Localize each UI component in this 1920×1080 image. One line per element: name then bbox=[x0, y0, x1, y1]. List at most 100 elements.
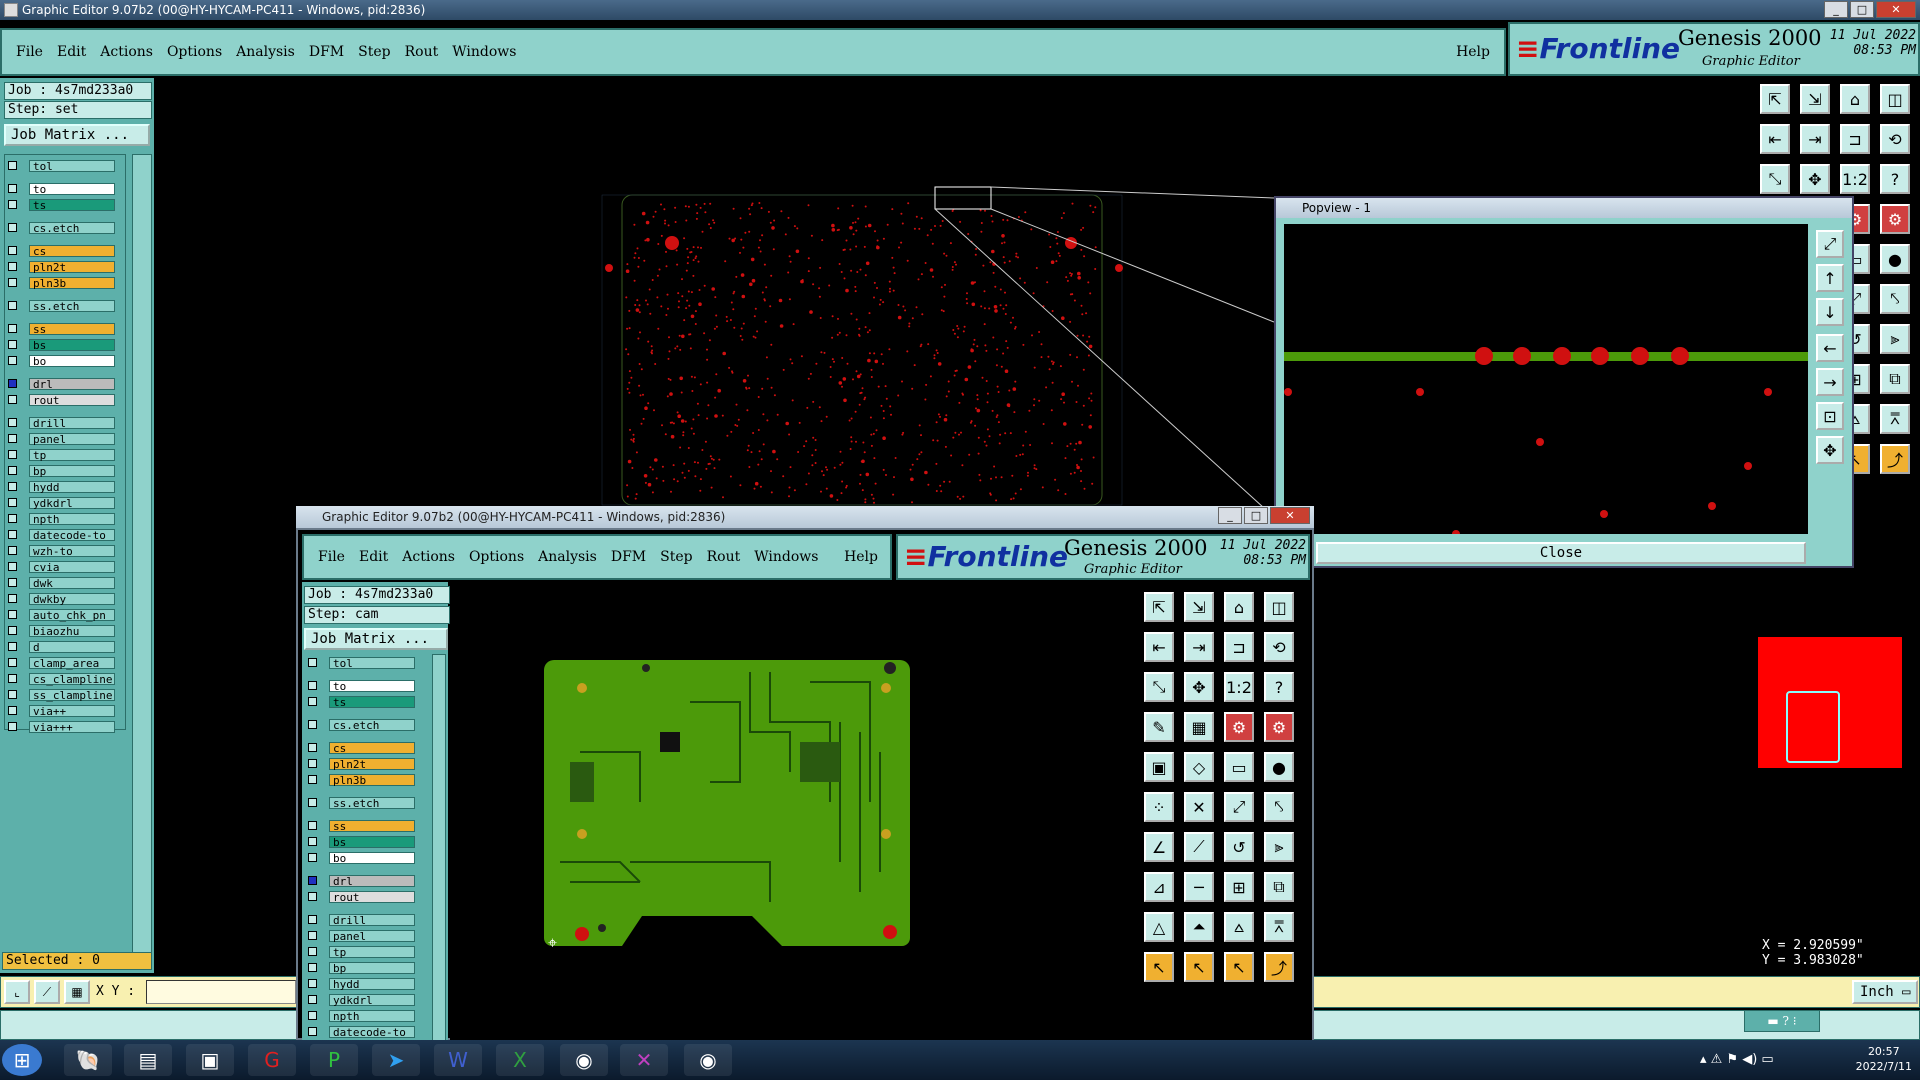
arrow-app-icon[interactable]: ➤ bbox=[372, 1044, 420, 1076]
layer-row-rout[interactable]: rout bbox=[8, 393, 115, 406]
layer-row-via-[interactable]: via+++ bbox=[8, 720, 115, 733]
sub-tool-28-icon[interactable]: ⫸ bbox=[1264, 832, 1294, 862]
layer-row-dwkby[interactable]: dwkby bbox=[8, 592, 115, 605]
layer-checkbox[interactable] bbox=[308, 798, 317, 807]
layer-row-npth[interactable]: npth bbox=[308, 1009, 415, 1022]
layer-row-to[interactable]: to bbox=[8, 182, 115, 195]
notepad-icon[interactable]: ▤ bbox=[124, 1044, 172, 1076]
layer-row-ss-etch[interactable]: ss.etch bbox=[8, 299, 115, 312]
sub-tool-2-icon[interactable]: ⇲ bbox=[1184, 592, 1214, 622]
layer-row-ydkdrl[interactable]: ydkdrl bbox=[308, 993, 415, 1006]
sub-menu-rout[interactable]: Rout bbox=[707, 549, 741, 565]
layer-row-wzh-to[interactable]: wzh-to bbox=[8, 544, 115, 557]
layer-row-bo[interactable]: bo bbox=[8, 354, 115, 367]
sub-tool-17-icon[interactable]: ▣ bbox=[1144, 752, 1174, 782]
main-tool-3-icon[interactable]: ⌂ bbox=[1840, 84, 1870, 114]
sub-layer-scrollbar[interactable] bbox=[432, 654, 446, 1042]
sub-tool-26-icon[interactable]: ⟋ bbox=[1184, 832, 1214, 862]
measure-icon[interactable]: ⟋ bbox=[34, 980, 60, 1004]
layer-row-pln2t[interactable]: pln2t bbox=[308, 757, 415, 770]
layer-checkbox[interactable] bbox=[8, 514, 17, 523]
layer-checkbox[interactable] bbox=[308, 775, 317, 784]
sub-tool-1-icon[interactable]: ⇱ bbox=[1144, 592, 1174, 622]
layer-checkbox[interactable] bbox=[8, 450, 17, 459]
popview-fit-icon[interactable]: ⊡ bbox=[1816, 402, 1844, 430]
layer-row-bp[interactable]: bp bbox=[308, 961, 415, 974]
menu-rout[interactable]: Rout bbox=[405, 44, 439, 60]
sub-tool-31-icon[interactable]: ⊞ bbox=[1224, 872, 1254, 902]
layer-checkbox[interactable] bbox=[8, 530, 17, 539]
main-tool-16-icon[interactable]: ⚙ bbox=[1880, 204, 1910, 234]
status-indicator[interactable]: ▬ ? ⁝ bbox=[1744, 1010, 1820, 1032]
menu-step[interactable]: Step bbox=[358, 44, 390, 60]
main-tool-9-icon[interactable]: ⤡ bbox=[1760, 164, 1790, 194]
layer-checkbox[interactable] bbox=[8, 434, 17, 443]
excel-icon[interactable]: X bbox=[496, 1044, 544, 1076]
sub-tool-14-icon[interactable]: ▦ bbox=[1184, 712, 1214, 742]
layer-row-pln2t[interactable]: pln2t bbox=[8, 260, 115, 273]
main-tool-28-icon[interactable]: ⫸ bbox=[1880, 324, 1910, 354]
menu-analysis[interactable]: Analysis bbox=[236, 44, 295, 60]
layer-checkbox[interactable] bbox=[8, 324, 17, 333]
layer-row-rout[interactable]: rout bbox=[308, 890, 415, 903]
word-icon[interactable]: W bbox=[434, 1044, 482, 1076]
layer-checkbox[interactable] bbox=[8, 690, 17, 699]
layer-row-bo[interactable]: bo bbox=[308, 851, 415, 864]
layer-checkbox[interactable] bbox=[308, 821, 317, 830]
minimize-button[interactable]: _ bbox=[1824, 1, 1848, 18]
layer-checkbox[interactable] bbox=[308, 853, 317, 862]
layer-checkbox[interactable] bbox=[308, 743, 317, 752]
genesis-icon[interactable]: G bbox=[248, 1044, 296, 1076]
layer-checkbox[interactable] bbox=[8, 642, 17, 651]
sub-tool-20-icon[interactable]: ● bbox=[1264, 752, 1294, 782]
units-selector[interactable]: Inch ▭ bbox=[1852, 980, 1918, 1004]
layer-checkbox[interactable] bbox=[308, 681, 317, 690]
layer-row-bs[interactable]: bs bbox=[308, 835, 415, 848]
layer-row-cs[interactable]: cs bbox=[308, 741, 415, 754]
sub-tool-40-icon[interactable]: ⤴ bbox=[1264, 952, 1294, 982]
layer-row-drill[interactable]: drill bbox=[8, 416, 115, 429]
layer-row-drl[interactable]: drl bbox=[8, 377, 115, 390]
sub-menu-analysis[interactable]: Analysis bbox=[538, 549, 597, 565]
layer-checkbox[interactable] bbox=[8, 161, 17, 170]
layer-checkbox[interactable] bbox=[8, 674, 17, 683]
sub-tool-7-icon[interactable]: ⊐ bbox=[1224, 632, 1254, 662]
popview-titlebar[interactable]: Popview - 1 bbox=[1276, 198, 1852, 218]
layer-checkbox[interactable] bbox=[308, 1011, 317, 1020]
main-tool-12-icon[interactable]: ? bbox=[1880, 164, 1910, 194]
layer-checkbox[interactable] bbox=[8, 278, 17, 287]
layer-row-cvia[interactable]: cvia bbox=[8, 560, 115, 573]
sub-tool-21-icon[interactable]: ⁘ bbox=[1144, 792, 1174, 822]
popview-up-icon[interactable]: ↑ bbox=[1816, 264, 1844, 292]
x-app-icon[interactable]: ✕ bbox=[620, 1044, 668, 1076]
layer-checkbox[interactable] bbox=[8, 200, 17, 209]
popview-canvas[interactable] bbox=[1284, 224, 1808, 534]
sub-tool-10-icon[interactable]: ✥ bbox=[1184, 672, 1214, 702]
taskbar-clock[interactable]: 20:57 2022/7/11 bbox=[1856, 1044, 1912, 1074]
layer-checkbox[interactable] bbox=[8, 626, 17, 635]
sub-tool-11-icon[interactable]: 1:2 bbox=[1224, 672, 1254, 702]
layer-row-ss[interactable]: ss bbox=[8, 322, 115, 335]
layer-row-to[interactable]: to bbox=[308, 679, 415, 692]
layer-row-biaozhu[interactable]: biaozhu bbox=[8, 624, 115, 637]
save-disk-icon[interactable]: ▣ bbox=[186, 1044, 234, 1076]
sub-tool-9-icon[interactable]: ⤡ bbox=[1144, 672, 1174, 702]
sub-tool-16-icon[interactable]: ⚙ bbox=[1264, 712, 1294, 742]
sub-menu-windows[interactable]: Windows bbox=[754, 549, 818, 565]
layer-row-bs[interactable]: bs bbox=[8, 338, 115, 351]
sub-tool-36-icon[interactable]: ⩞ bbox=[1264, 912, 1294, 942]
layer-checkbox[interactable] bbox=[8, 562, 17, 571]
main-tool-36-icon[interactable]: ⩞ bbox=[1880, 404, 1910, 434]
layer-row-clamp-area[interactable]: clamp_area bbox=[8, 656, 115, 669]
layer-checkbox[interactable] bbox=[8, 223, 17, 232]
popview-zoom-icon[interactable]: ⤢ bbox=[1816, 230, 1844, 258]
main-tool-2-icon[interactable]: ⇲ bbox=[1800, 84, 1830, 114]
main-tool-10-icon[interactable]: ✥ bbox=[1800, 164, 1830, 194]
main-tool-40-icon[interactable]: ⤴ bbox=[1880, 444, 1910, 474]
shell-icon[interactable]: 🐚 bbox=[64, 1044, 112, 1076]
layer-row-npth[interactable]: npth bbox=[8, 512, 115, 525]
main-window-titlebar[interactable]: Graphic Editor 9.07b2 (00@HY-HYCAM-PC411… bbox=[0, 0, 1920, 20]
layer-checkbox[interactable] bbox=[8, 546, 17, 555]
sub-tool-25-icon[interactable]: ∠ bbox=[1144, 832, 1174, 862]
sub-tool-32-icon[interactable]: ⧉ bbox=[1264, 872, 1294, 902]
